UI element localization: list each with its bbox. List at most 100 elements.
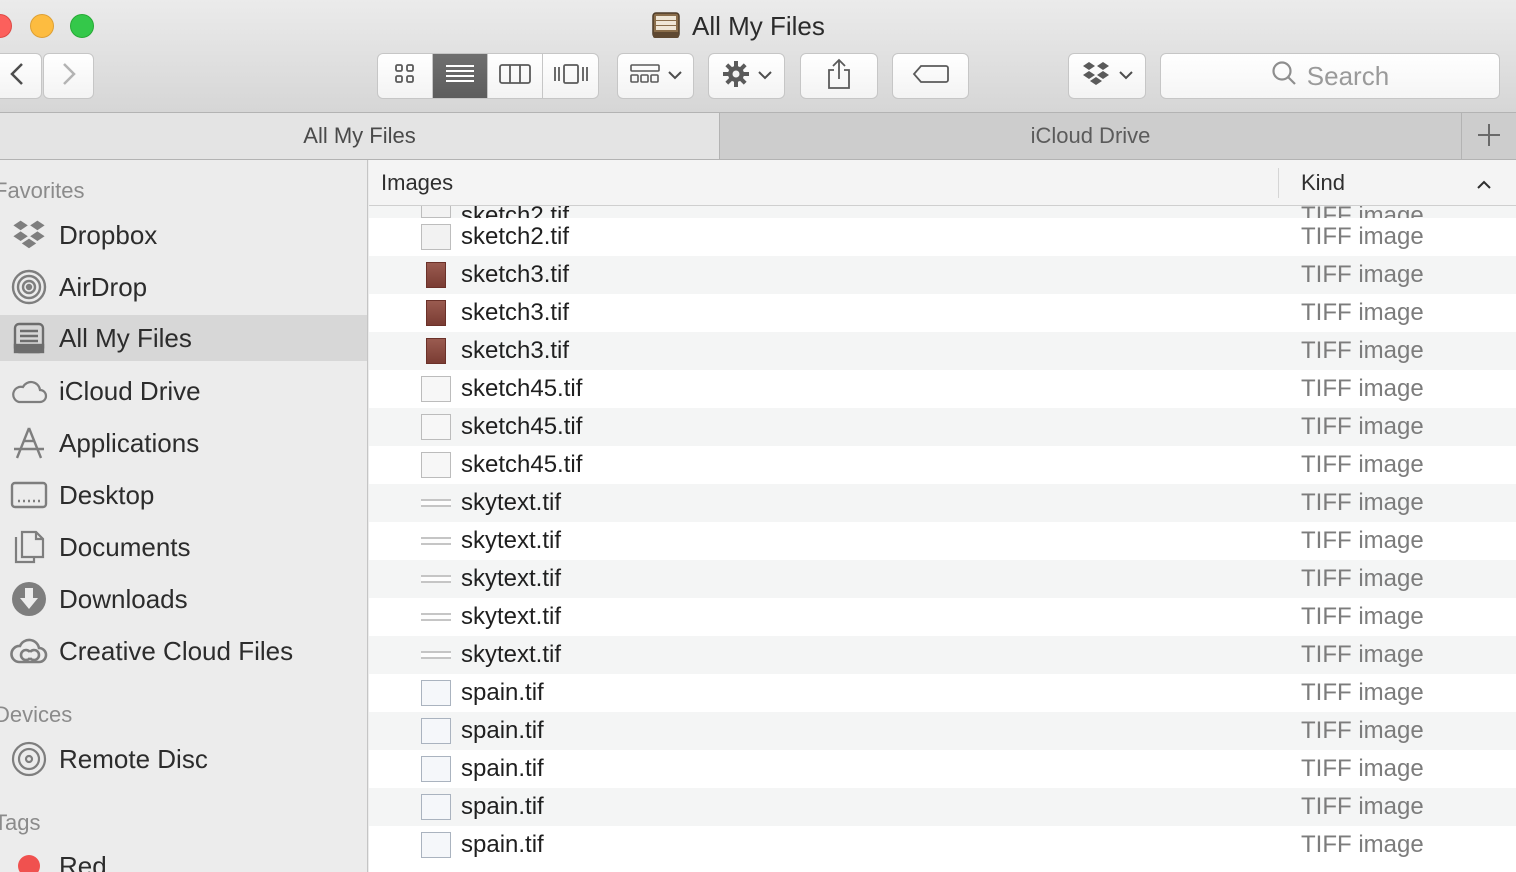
sidebar-item-airdrop[interactable]: AirDrop [0, 264, 367, 310]
file-name: skytext.tif [461, 489, 562, 516]
downloads-icon [9, 579, 49, 619]
sidebar-item-label: Dropbox [59, 219, 158, 250]
file-kind: TIFF image [1301, 261, 1424, 288]
table-row[interactable]: sketch45.tif TIFF image [369, 370, 1516, 408]
table-row[interactable]: skytext.tif TIFF image [369, 522, 1516, 560]
all-my-files-icon [650, 11, 682, 41]
table-row[interactable]: sketch3.tif TIFF image [369, 332, 1516, 370]
file-kind: TIFF image [1301, 527, 1424, 554]
sidebar-item-remote-disc[interactable]: Remote Disc [0, 736, 367, 782]
sidebar-item-applications[interactable]: Applications [0, 420, 367, 466]
columns-icon [499, 63, 531, 90]
column-header-kind[interactable]: Kind [1279, 170, 1504, 196]
sidebar-item-all-my-files[interactable]: All My Files [0, 315, 367, 361]
table-row[interactable]: skytext.tif TIFF image [369, 636, 1516, 674]
zoom-window-button[interactable] [70, 14, 94, 38]
chevron-right-icon [60, 61, 78, 92]
close-window-button[interactable] [0, 14, 12, 38]
table-row[interactable]: skytext.tif TIFF image [369, 598, 1516, 636]
dropbox-icon [9, 215, 49, 255]
sidebar-item-dropbox[interactable]: Dropbox [0, 212, 367, 258]
plus-icon [1477, 118, 1501, 155]
all-my-files-icon [9, 318, 49, 358]
sort-ascending-icon [1476, 170, 1492, 196]
forward-button[interactable] [43, 53, 94, 99]
cover-flow-view-button[interactable] [543, 54, 598, 98]
tab-icloud-drive[interactable]: iCloud Drive [720, 113, 1462, 159]
chevron-down-icon [757, 67, 772, 85]
sidebar-item-tag-red[interactable]: Red [0, 843, 367, 872]
search-input[interactable]: Search [1160, 53, 1500, 99]
action-button[interactable] [708, 53, 785, 99]
table-row[interactable]: spain.tif TIFF image [369, 826, 1516, 864]
sidebar-item-documents[interactable]: Documents [0, 524, 367, 570]
table-row[interactable]: skytext.tif TIFF image [369, 484, 1516, 522]
applications-icon [9, 423, 49, 463]
share-button[interactable] [800, 53, 878, 99]
chevron-left-icon [8, 61, 26, 92]
documents-icon [9, 527, 49, 567]
column-view-button[interactable] [488, 54, 543, 98]
share-icon [826, 58, 852, 95]
file-kind: TIFF image [1301, 451, 1424, 478]
file-list: sketch2.tif TIFF image sketch2.tif TIFF … [369, 160, 1516, 872]
file-kind: TIFF image [1301, 603, 1424, 630]
table-row[interactable]: sketch45.tif TIFF image [369, 408, 1516, 446]
window-toolbar: All My Files Search [0, 0, 1516, 113]
minimize-window-button[interactable] [30, 14, 54, 38]
sidebar-item-downloads[interactable]: Downloads [0, 576, 367, 622]
sidebar-item-label: iCloud Drive [59, 375, 201, 406]
sidebar-item-label: Desktop [59, 479, 155, 510]
image-thumbnail-icon [421, 718, 451, 744]
column-header-label: Kind [1301, 169, 1346, 195]
sidebar-header-devices: Devices [0, 702, 73, 727]
image-thumbnail-icon [421, 651, 451, 659]
table-row[interactable]: sketch3.tif TIFF image [369, 294, 1516, 332]
sidebar-item-label: Downloads [59, 583, 188, 614]
file-name: skytext.tif [461, 641, 562, 668]
sidebar-item-icloud-drive[interactable]: iCloud Drive [0, 368, 367, 414]
table-row[interactable]: spain.tif TIFF image [369, 788, 1516, 826]
list-view-button[interactable] [433, 54, 488, 98]
tag-icon [912, 64, 950, 89]
sidebar-item-label: Creative Cloud Files [59, 635, 294, 666]
file-name: skytext.tif [461, 603, 562, 630]
table-row[interactable]: spain.tif TIFF image [369, 712, 1516, 750]
file-name: sketch45.tif [461, 375, 583, 402]
window-title-text: All My Files [692, 10, 825, 41]
arrange-button[interactable] [617, 53, 694, 99]
dropbox-button[interactable] [1068, 53, 1146, 99]
file-kind: TIFF image [1301, 755, 1424, 782]
airdrop-icon [9, 267, 49, 307]
cover-flow-icon [553, 63, 589, 90]
search-placeholder: Search [1306, 60, 1390, 91]
file-kind: TIFF image [1301, 679, 1424, 706]
red-tag-dot-icon [9, 846, 49, 872]
file-name: spain.tif [461, 831, 544, 858]
icon-view-button[interactable] [378, 54, 433, 98]
table-row[interactable]: sketch2.tif TIFF image [369, 218, 1516, 256]
sidebar: Favorites Dropbox AirDrop All My Files i… [0, 160, 368, 872]
sidebar-item-creative-cloud-files[interactable]: Creative Cloud Files [0, 628, 367, 674]
image-thumbnail-icon [421, 376, 451, 402]
table-row[interactable]: sketch3.tif TIFF image [369, 256, 1516, 294]
table-row[interactable]: spain.tif TIFF image [369, 674, 1516, 712]
file-kind: TIFF image [1301, 831, 1424, 858]
edit-tags-button[interactable] [892, 53, 969, 99]
tab-all-my-files[interactable]: All My Files [0, 113, 720, 159]
arrange-grid-icon [629, 63, 660, 90]
back-button[interactable] [0, 53, 42, 99]
chevron-down-icon [667, 67, 682, 85]
table-row[interactable]: sketch45.tif TIFF image [369, 446, 1516, 484]
new-tab-button[interactable] [1462, 113, 1516, 159]
chevron-down-icon [1119, 67, 1133, 85]
file-name: sketch3.tif [461, 337, 570, 364]
column-header-images[interactable]: Images [369, 167, 1279, 198]
file-kind: TIFF image [1301, 337, 1424, 364]
sidebar-header-tags: Tags [0, 810, 41, 835]
view-mode-control [377, 53, 599, 99]
table-row[interactable]: spain.tif TIFF image [369, 750, 1516, 788]
tab-bar: All My Files iCloud Drive [0, 113, 1516, 160]
table-row[interactable]: skytext.tif TIFF image [369, 560, 1516, 598]
sidebar-item-desktop[interactable]: Desktop [0, 472, 367, 518]
